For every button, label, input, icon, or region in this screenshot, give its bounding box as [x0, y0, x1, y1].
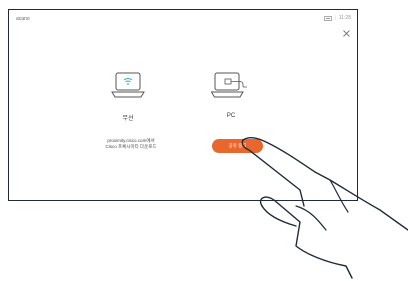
close-icon[interactable]: [342, 25, 351, 37]
wireless-share-option[interactable]: 무선: [105, 72, 151, 122]
wireless-label: 무선: [122, 116, 134, 122]
status-area: | 11:28: [323, 15, 351, 21]
touch-panel-screen: acano | 11:28 무선 PC proximity.cisco.com에…: [8, 9, 358, 201]
hint-line-2: Cisco 프록시미티 다운로드: [105, 144, 157, 149]
status-time: 11:28: [338, 15, 351, 21]
stop-sharing-button[interactable]: 공유 중지: [212, 139, 263, 153]
proximity-hint: proximity.cisco.com에서 Cisco 프록시미티 다운로드: [89, 138, 173, 150]
laptop-wireless-icon: [111, 72, 145, 107]
pc-share-option[interactable]: PC: [208, 72, 254, 119]
laptop-cable-icon: [210, 72, 251, 107]
pc-label: PC: [226, 113, 236, 119]
status-divider: |: [334, 15, 336, 21]
app-name: acano: [16, 16, 30, 22]
display-icon: [323, 15, 332, 21]
